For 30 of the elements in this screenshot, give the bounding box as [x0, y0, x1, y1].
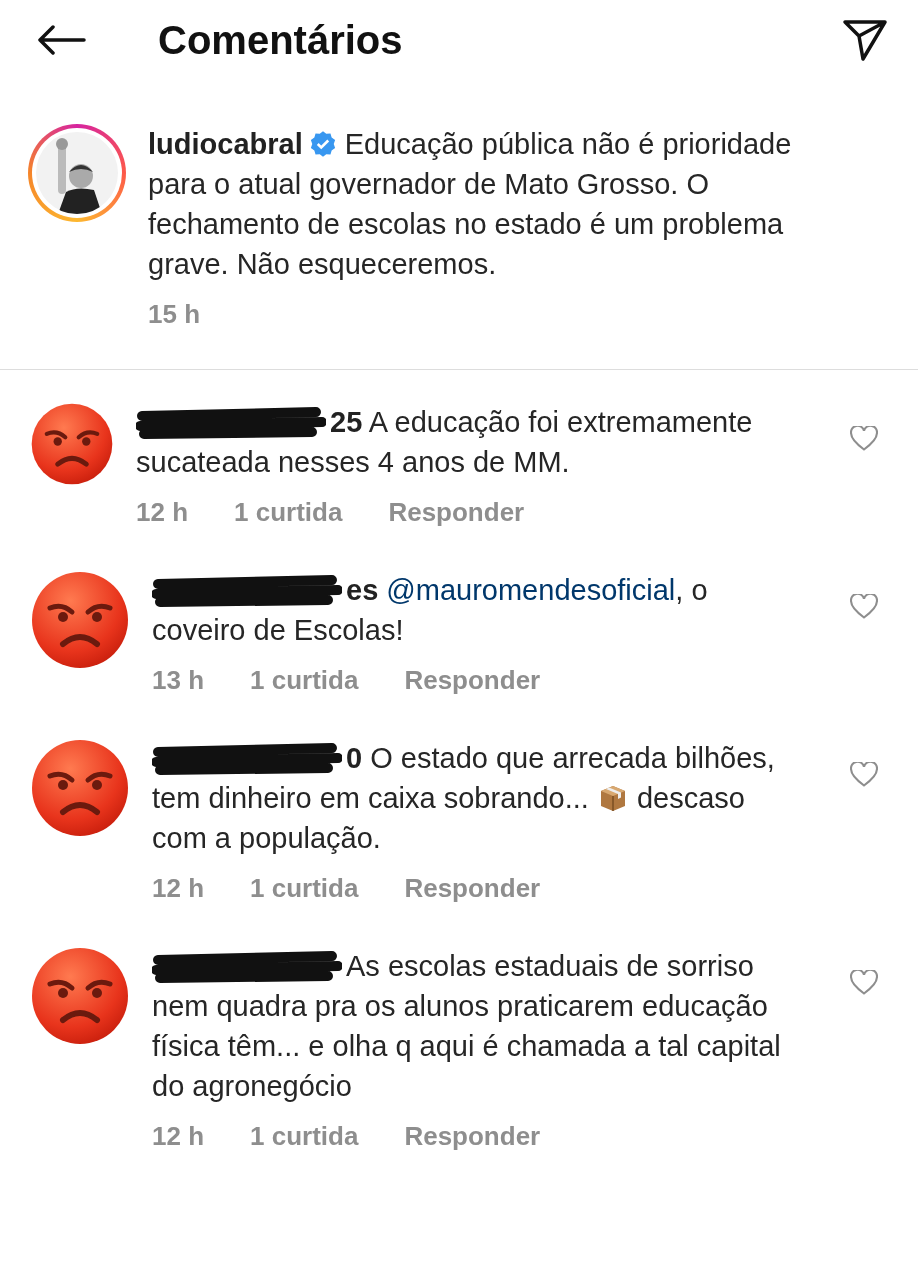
timestamp: 12 h — [152, 872, 205, 905]
caption-text: ludiocabral Educação pública não é prioridade para o atual governador de Mato Grosso. O fechamento de escolas no estado é um problema grave. Não esqueceremos. — [148, 128, 792, 280]
angry-face-icon — [30, 570, 130, 670]
angry-face-icon — [30, 946, 130, 1046]
like-icon[interactable] — [850, 426, 878, 452]
likes-count[interactable]: 1 curtida — [250, 1116, 359, 1156]
angry-face-icon — [30, 402, 114, 486]
timestamp: 12 h — [152, 1120, 205, 1153]
reply-button[interactable]: Responder — [388, 492, 525, 532]
comment-text: es @mauromendesoficial, o coveiro de Escolas! — [152, 574, 708, 646]
page-title: Comentários — [158, 17, 404, 63]
send-icon[interactable] — [842, 18, 888, 62]
like-icon[interactable] — [850, 594, 878, 620]
reply-button[interactable]: Responder — [404, 1116, 541, 1156]
likes-count[interactable]: 1 curtida — [250, 660, 359, 700]
timestamp: 12 h — [136, 496, 189, 529]
angry-face-icon — [30, 738, 130, 838]
reply-button[interactable]: Responder — [404, 660, 541, 700]
comment-text: 0 O estado que arrecada bilhões, tem dinheiro em caixa sobrando... descaso com a população. — [152, 742, 775, 854]
timestamp: 15 h — [148, 298, 201, 331]
like-icon[interactable] — [850, 970, 878, 996]
mention-link[interactable]: @mauromendesoficial — [386, 574, 676, 606]
like-icon[interactable] — [850, 762, 878, 788]
timestamp: 13 h — [152, 664, 205, 697]
comment-text: As escolas estaduais de sorriso nem quadra pra os alunos praticarem educação física têm... e olha q aqui é chamada a tal capital do agronegócio — [152, 950, 781, 1102]
reply-button[interactable]: Responder — [404, 868, 541, 908]
likes-count[interactable]: 1 curtida — [234, 492, 343, 532]
comment-text: 25 A educação foi extremamente sucateada nesses 4 anos de MM. — [136, 406, 753, 478]
back-button[interactable] — [36, 25, 86, 55]
likes-count[interactable]: 1 curtida — [250, 868, 359, 908]
